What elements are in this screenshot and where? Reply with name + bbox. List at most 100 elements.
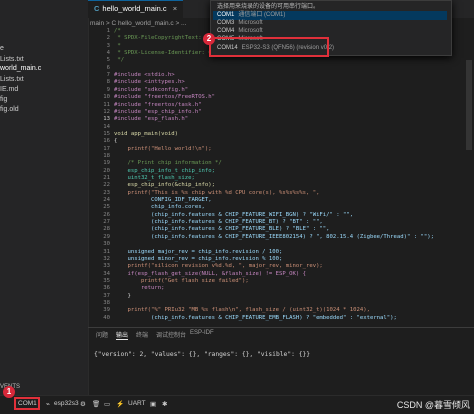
code-text: #include <inttypes.h> [114, 79, 185, 86]
code-text: (chip_info.features & CHIP_FEATURE_IEEE8… [114, 233, 434, 240]
tab-problems[interactable]: 问题 [96, 330, 108, 339]
code-text: unsigned minor_rev = chip_info.revision … [114, 255, 283, 262]
line-number: 29 [103, 233, 110, 240]
code-text: /* [114, 28, 121, 34]
code-text: #include "freertos/task.h" [114, 101, 202, 108]
code-text: if(esp_flash_get_size(NULL, &flash_size)… [114, 270, 306, 277]
sidebar-item[interactable]: IE.md [0, 86, 18, 93]
tab-terminal[interactable]: 终端 [136, 330, 148, 339]
uart-status[interactable]: UART [128, 400, 146, 407]
com14-highlight-box [209, 37, 329, 57]
output-text: {"version": 2, "values": {}, "ranges": {… [94, 351, 311, 358]
debug-icon[interactable]: ✱ [162, 400, 167, 408]
line-number: 18 [103, 152, 110, 159]
line-number: 12 [103, 108, 110, 115]
line-number: 2 [106, 35, 110, 42]
watermark: CSDN @暮雪倾风 [396, 400, 470, 410]
line-number: 21 [103, 175, 110, 181]
line-number: 35 [103, 277, 110, 284]
code-text: (chip_info.features & CHIP_FEATURE_BLE) … [114, 226, 330, 233]
line-number: 34 [103, 270, 110, 277]
port-desc: Microsoft [238, 20, 263, 26]
code-text: uint32_t flash_size; [114, 175, 195, 181]
tab-debug-console[interactable]: 调试控制台 [156, 330, 186, 339]
close-icon[interactable]: × [173, 4, 177, 13]
tab-esp-idf[interactable]: ESP-IDF [190, 330, 214, 336]
port-label: COM3 [217, 20, 235, 26]
tab-hello-world-main[interactable]: Chello_world_main.c × [88, 0, 183, 18]
explorer-sidebar: e Lists.txt world_main.c Lists.txt IE.md… [0, 0, 89, 395]
port-desc: 通信端口 (COM1) [238, 12, 286, 18]
line-number: 9 [106, 86, 110, 93]
line-number: 6 [106, 64, 110, 71]
code-text: esp_chip_info(&chip_info); [114, 182, 216, 189]
code-editor[interactable]: 1/* 2 * SPDX-FileCopyrightText: 2010-2022… [88, 28, 474, 326]
line-number: 31 [103, 248, 110, 255]
line-number: 36 [103, 285, 110, 292]
line-number: 13 [103, 116, 110, 123]
code-text: (chip_info.features & CHIP_FEATURE_WIFI_… [114, 211, 354, 218]
code-text: * [114, 42, 121, 49]
gear-icon[interactable]: ⚙ [80, 400, 86, 408]
line-number: 11 [103, 101, 110, 108]
code-text: /* Print chip information */ [114, 160, 222, 167]
flash-icon[interactable]: ⚡ [116, 400, 124, 408]
port-desc: Microsoft [238, 28, 263, 34]
trash-icon[interactable]: 🗑 [92, 400, 100, 408]
code-text: unsigned major_rev = chip_info.revision … [114, 248, 283, 255]
line-number: 5 [106, 57, 110, 64]
line-number: 37 [103, 292, 110, 299]
build-icon[interactable]: ▭ [104, 400, 110, 408]
line-number: 17 [103, 145, 110, 152]
code-text: CONFIG_IDF_TARGET, [114, 197, 212, 204]
tab-label: hello_world_main.c [102, 4, 167, 13]
code-text: printf("This is %s chip with %d CPU core… [114, 189, 320, 196]
line-number: 24 [103, 197, 110, 204]
quick-pick-hint: 选择用来烧录的设备的可用串行端口。 [217, 4, 320, 10]
code-text: printf("Hello world!\n"); [114, 145, 212, 152]
line-number: 4 [106, 50, 110, 57]
panel-tab-bar: 问题 输出 终端 调试控制台 ESP-IDF [88, 327, 474, 340]
monitor-icon[interactable]: ▣ [150, 400, 156, 408]
line-number: 40 [103, 314, 110, 321]
target-status[interactable]: esp32s3 [54, 400, 79, 407]
code-text: #include "freertos/FreeRTOS.h" [114, 94, 216, 101]
port-label: COM4 [217, 28, 235, 34]
code-text: */ [114, 57, 125, 64]
code-text: { [114, 138, 118, 145]
sidebar-item[interactable]: e [0, 45, 4, 52]
code-text: esp_chip_info_t chip_info; [114, 167, 216, 174]
code-text: #include "esp_chip_info.h" [114, 108, 202, 115]
line-number: 25 [103, 204, 110, 211]
sidebar-item[interactable]: fig [0, 96, 7, 103]
sidebar-item[interactable]: Lists.txt [0, 56, 24, 63]
line-number: 1 [106, 28, 110, 34]
line-number: 20 [103, 167, 110, 174]
code-text: void app_main(void) [114, 130, 178, 137]
code-text: chip_info.cores, [114, 204, 205, 211]
tab-output[interactable]: 输出 [116, 330, 129, 340]
line-number: 32 [103, 255, 110, 262]
code-text: (chip_info.features & CHIP_FEATURE_EMB_F… [114, 314, 397, 321]
code-text: printf("%" PRIu32 "MB %s flash\n", flash… [114, 307, 370, 314]
line-number: 26 [103, 211, 110, 218]
editor-scrollbar[interactable] [466, 60, 472, 150]
step-badge-1: 1 [3, 386, 15, 398]
line-number: 27 [103, 219, 110, 226]
line-number: 30 [103, 241, 110, 248]
line-number: 33 [103, 263, 110, 270]
code-text: #include <stdio.h> [114, 72, 175, 79]
sidebar-item-active[interactable]: world_main.c [0, 65, 41, 72]
line-number: 7 [106, 72, 110, 79]
breadcrumb[interactable]: main > C hello_world_main.c > ... [90, 20, 186, 27]
code-text: (chip_info.features & CHIP_FEATURE_BT) ?… [114, 219, 323, 226]
sidebar-item[interactable]: fig.old [0, 106, 19, 113]
port-highlight-box [14, 397, 40, 410]
code-text: } [114, 292, 131, 299]
line-number: 22 [103, 182, 110, 189]
line-number: 14 [103, 123, 110, 130]
line-number: 8 [106, 79, 110, 86]
plug-icon[interactable]: ⌁ [46, 400, 50, 408]
sidebar-item[interactable]: Lists.txt [0, 76, 24, 83]
code-text: printf("silicon revision v%d.%d, ", majo… [114, 263, 323, 270]
